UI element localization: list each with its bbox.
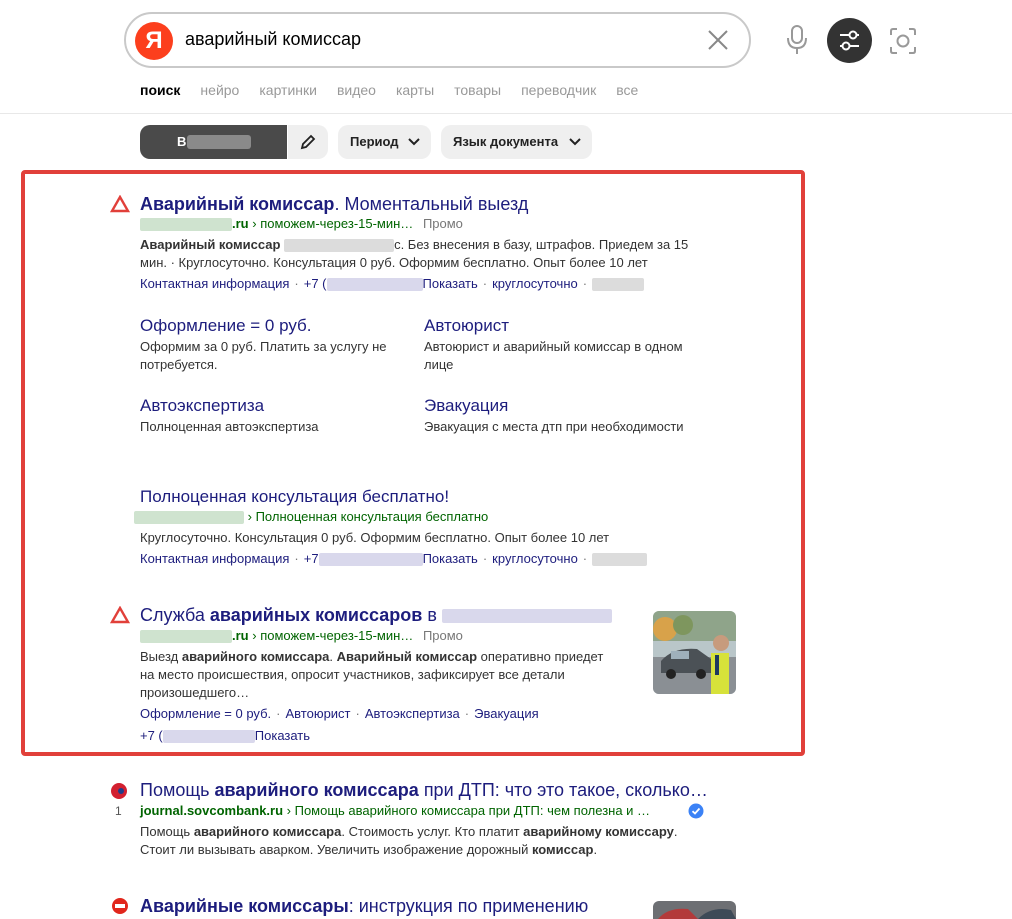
tab-images[interactable]: картинки bbox=[259, 82, 317, 98]
ad1b-snippet: Круглосуточно. Консультация 0 руб. Оформ… bbox=[140, 530, 610, 545]
pencil-icon bbox=[300, 134, 316, 150]
tab-video[interactable]: видео bbox=[337, 82, 376, 98]
tab-all[interactable]: все bbox=[616, 82, 638, 98]
redacted-address bbox=[592, 278, 645, 292]
sitelink-4-title[interactable]: Эвакуация bbox=[424, 396, 508, 416]
search-settings-button[interactable] bbox=[827, 18, 872, 63]
search-input[interactable]: аварийный комиссар bbox=[185, 29, 361, 50]
clear-icon[interactable] bbox=[705, 27, 731, 53]
tab-products[interactable]: товары bbox=[454, 82, 501, 98]
sitelink-1-text: Оформим за 0 руб. Платить за услугу не п… bbox=[140, 339, 387, 372]
ad1-contacts: Контактная информация · +7 (Показать · кругл… bbox=[140, 276, 645, 292]
hours-label: круглосуточно bbox=[492, 276, 578, 291]
phone-link[interactable]: +7 Показать bbox=[304, 551, 478, 567]
header-divider bbox=[0, 113, 1012, 114]
ad1b-title[interactable]: Полноценная консультация бесплатно! bbox=[140, 487, 449, 507]
ad2-link-expertise[interactable]: Автоэкспертиза bbox=[365, 706, 460, 721]
ad1-snippet: Аварийный комиссар с. Без внесения в баз… bbox=[140, 237, 689, 270]
ad2-url[interactable]: .ru › поможем-через-15-мин… Промо bbox=[140, 628, 463, 644]
language-label: Язык документа bbox=[453, 134, 559, 149]
ad1-url[interactable]: .ru › поможем-через-15-мин… Промо bbox=[140, 216, 463, 232]
result-rank: 1 bbox=[115, 804, 122, 818]
microphone-icon[interactable] bbox=[784, 24, 810, 56]
ad-warning-icon bbox=[110, 606, 130, 624]
redacted-domain bbox=[140, 630, 232, 644]
ad2-title[interactable]: Служба аварийных комиссаров в bbox=[140, 605, 612, 626]
ad-warning-icon bbox=[110, 195, 130, 213]
tab-maps[interactable]: карты bbox=[396, 82, 434, 98]
edit-region-button[interactable] bbox=[288, 125, 328, 159]
region-label: В bbox=[177, 134, 187, 149]
sitelink-2-title[interactable]: Автоюрист bbox=[424, 316, 509, 336]
search-tabs: поиск нейро картинки видео карты товары … bbox=[140, 82, 638, 98]
tab-translator[interactable]: переводчик bbox=[521, 82, 596, 98]
search-bar[interactable]: Я аварийный комиссар bbox=[124, 12, 751, 68]
result-1-snippet: Помощь аварийного комиссара. Стоимость у… bbox=[140, 824, 678, 857]
language-filter-dropdown[interactable]: Язык документа bbox=[441, 125, 592, 159]
ad1b-contacts: Контактная информация · +7 Показать · круглос… bbox=[140, 551, 648, 567]
sitelink-3-text: Полноценная автоэкспертиза bbox=[140, 419, 319, 434]
ad2-sitelinks: Оформление = 0 руб. · Автоюрист · Автоэкспер… bbox=[140, 706, 539, 721]
ad2-link-lawyer[interactable]: Автоюрист bbox=[285, 706, 350, 721]
sitelink-1-title[interactable]: Оформление = 0 руб. bbox=[140, 316, 312, 336]
yandex-logo[interactable]: Я bbox=[135, 22, 173, 60]
ad2-link-registration[interactable]: Оформление = 0 руб. bbox=[140, 706, 271, 721]
redacted-address bbox=[592, 553, 648, 567]
promo-label: Промо bbox=[422, 216, 463, 231]
ad2-phone[interactable]: +7 (Показать bbox=[140, 728, 310, 744]
verified-icon bbox=[688, 803, 704, 819]
contact-info-link[interactable]: Контактная информация bbox=[140, 551, 289, 566]
tab-neuro[interactable]: нейро bbox=[200, 82, 239, 98]
hours-label: круглосуточно bbox=[492, 551, 578, 566]
period-label: Период bbox=[350, 134, 399, 149]
chevron-down-icon bbox=[408, 138, 420, 146]
ad2-link-evacuation[interactable]: Эвакуация bbox=[474, 706, 539, 721]
sovcombank-favicon bbox=[111, 783, 127, 799]
phone-link[interactable]: +7 (Показать bbox=[304, 276, 478, 292]
chevron-down-icon bbox=[569, 138, 581, 146]
ad2-thumbnail[interactable] bbox=[653, 611, 736, 694]
ad2-snippet: Выезд аварийного комиссара. Аварийный ко… bbox=[140, 649, 604, 700]
tab-search[interactable]: поиск bbox=[140, 82, 180, 98]
redacted-domain bbox=[140, 218, 232, 232]
promo-label: Промо bbox=[422, 628, 463, 643]
sitelink-2-text: Автоюрист и аварийный комиссар в одном л… bbox=[424, 339, 683, 372]
ad1-title[interactable]: Аварийный комиссар. Моментальный выезд bbox=[140, 194, 528, 215]
region-redacted bbox=[187, 135, 251, 149]
cars-photo bbox=[653, 901, 736, 919]
camera-search-icon[interactable] bbox=[888, 26, 918, 56]
site-favicon bbox=[112, 898, 128, 914]
result-2-thumbnail[interactable] bbox=[653, 901, 736, 919]
accident-photo bbox=[653, 611, 736, 694]
sitelink-3-title[interactable]: Автоэкспертиза bbox=[140, 396, 264, 416]
result-1-url[interactable]: journal.sovcombank.ru › Помощь аварийног… bbox=[140, 803, 650, 818]
result-2-title[interactable]: Аварийные комиссары: инструкция по приме… bbox=[140, 896, 588, 917]
redacted-city bbox=[441, 609, 612, 624]
redacted-domain bbox=[134, 511, 244, 525]
contact-info-link[interactable]: Контактная информация bbox=[140, 276, 289, 291]
period-filter-dropdown[interactable]: Период bbox=[338, 125, 431, 159]
ad1b-url[interactable]: › Полноценная консультация бесплатно bbox=[134, 509, 488, 525]
region-filter-chip[interactable]: В bbox=[140, 125, 287, 159]
sitelink-4-text: Эвакуация с места дтп при необходимости bbox=[424, 419, 684, 434]
result-1-title[interactable]: Помощь аварийного комиссара при ДТП: что… bbox=[140, 780, 708, 801]
sliders-icon bbox=[840, 30, 859, 51]
